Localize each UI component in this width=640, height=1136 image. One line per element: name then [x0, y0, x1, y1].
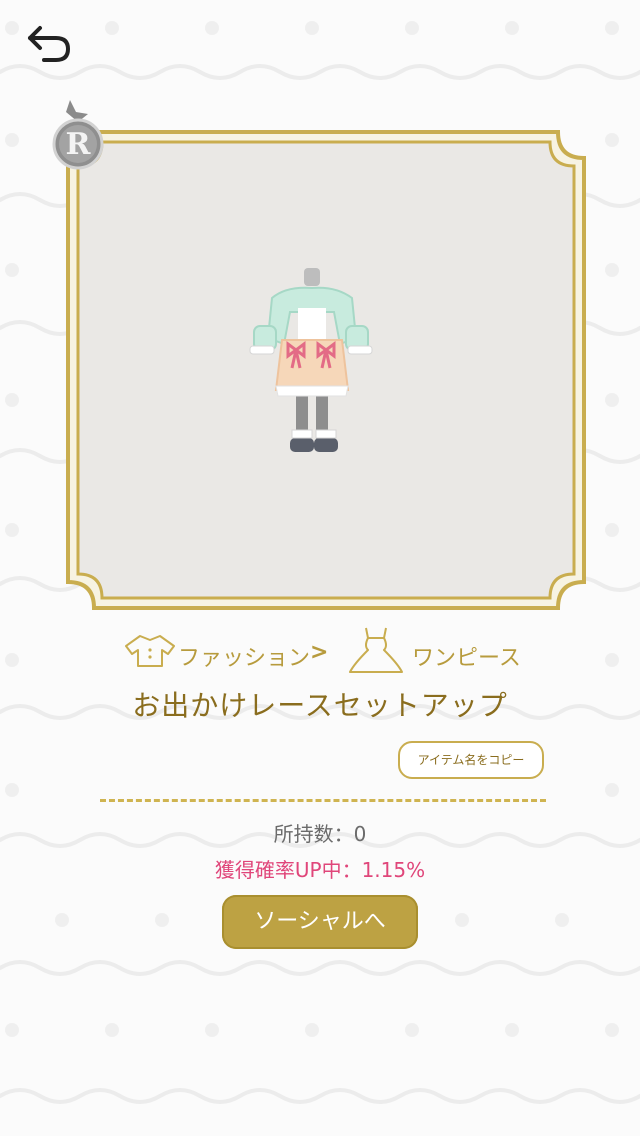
item-preview-frame: R: [52, 100, 588, 612]
rarity-badge: R: [48, 100, 124, 176]
owned-count: 所持数：0: [273, 822, 367, 846]
item-name: お出かけレースセットアップ: [132, 689, 508, 722]
copy-item-name-button[interactable]: アイテム名をコピー: [398, 741, 544, 779]
breadcrumb-subcategory[interactable]: ワンピース: [412, 640, 521, 672]
back-button[interactable]: [22, 18, 78, 66]
breadcrumb-category[interactable]: ファッション: [178, 640, 310, 672]
drop-rate-up-label: 獲得確率UP中：1.15%: [214, 858, 426, 882]
back-arrow-icon: [22, 18, 78, 66]
to-social-button[interactable]: ソーシャルへ: [222, 895, 418, 949]
rarity-label: R: [65, 127, 91, 162]
dress-icon: [346, 626, 406, 678]
outfit-image: [249, 268, 373, 452]
breadcrumb-separator: >: [310, 640, 329, 665]
shirt-icon: [124, 632, 178, 672]
divider: [100, 799, 546, 802]
breadcrumb: ファッション > ワンピース: [124, 624, 524, 680]
